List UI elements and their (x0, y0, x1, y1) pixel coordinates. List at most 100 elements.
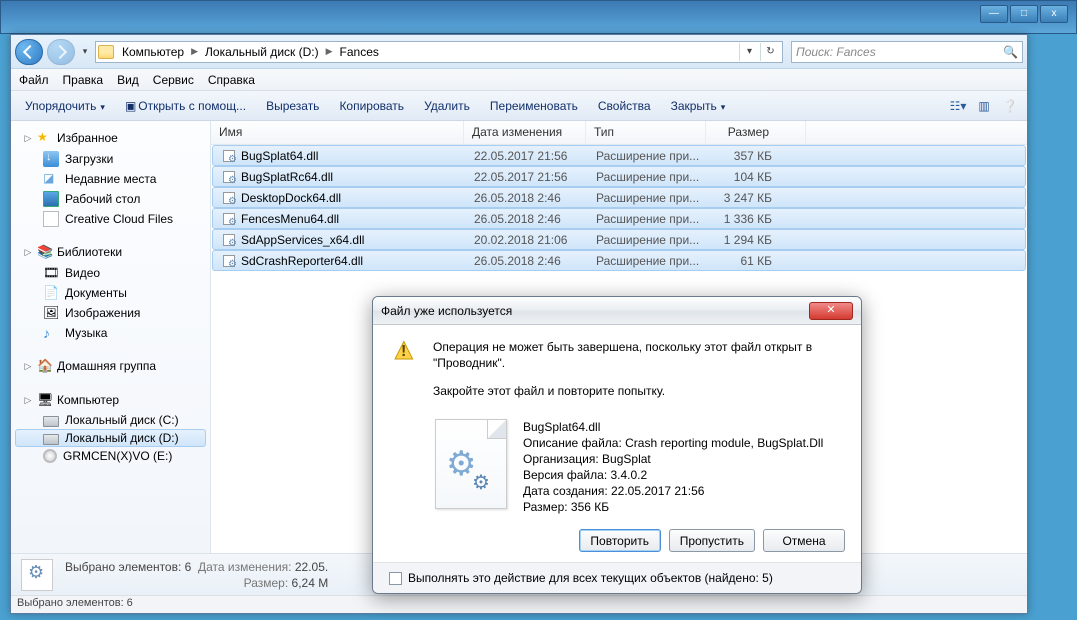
file-name: SdCrashReporter64.dll (241, 254, 363, 268)
apply-all-checkbox[interactable] (389, 572, 402, 585)
close-button-cmd[interactable]: Закрыть (663, 97, 734, 115)
file-version: Версия файла: 3.4.0.2 (523, 467, 823, 483)
dialog-close-button[interactable]: ✕ (809, 302, 853, 320)
forward-button[interactable] (47, 39, 75, 65)
address-dropdown-button[interactable]: ▾ (739, 43, 759, 61)
document-icon (43, 285, 59, 301)
file-date: 22.05.2017 21:56 (466, 147, 588, 165)
menu-tools[interactable]: Сервис (153, 73, 194, 87)
selection-thumbnail (21, 559, 53, 591)
search-input[interactable]: Поиск: Fances 🔍 (791, 41, 1023, 63)
refresh-button[interactable]: ↻ (760, 43, 780, 61)
menu-help[interactable]: Справка (208, 73, 255, 87)
file-icon (43, 211, 59, 227)
dll-icon (221, 253, 237, 269)
file-type: Расширение при... (588, 231, 708, 249)
delete-button[interactable]: Удалить (416, 97, 478, 115)
sidebar-item-recent[interactable]: Недавние места (15, 169, 206, 189)
file-row[interactable]: DesktopDock64.dll 26.05.2018 2:46Расширен… (212, 187, 1026, 208)
gear-icon: ⚙ (472, 470, 490, 495)
breadcrumb-computer[interactable]: Компьютер (118, 45, 188, 59)
cd-icon (43, 449, 57, 463)
menu-edit[interactable]: Правка (63, 73, 104, 87)
apply-all-label[interactable]: Выполнять это действие для всех текущих … (408, 571, 773, 585)
breadcrumb-drive-d[interactable]: Локальный диск (D:) (201, 45, 323, 59)
bg-close-button[interactable]: x (1040, 5, 1068, 23)
cut-button[interactable]: Вырезать (258, 97, 327, 115)
column-date[interactable]: Дата изменения (464, 121, 586, 144)
nav-history-dropdown[interactable] (79, 39, 91, 65)
sidebar-computer-header[interactable]: ▷Компьютер (15, 389, 206, 411)
video-icon (43, 265, 59, 281)
sidebar-item-drive-e[interactable]: GRMCEN(X)VO (E:) (15, 447, 206, 465)
file-date: 22.05.2017 21:56 (466, 168, 588, 186)
cancel-button[interactable]: Отмена (763, 529, 845, 552)
breadcrumb-fances[interactable]: Fances (336, 45, 383, 59)
file-row[interactable]: FencesMenu64.dll26.05.2018 2:46Расширени… (212, 208, 1026, 229)
drive-icon (43, 434, 59, 445)
file-size: Размер: 356 КБ (523, 499, 823, 515)
dll-icon (221, 232, 237, 248)
chevron-right-icon[interactable]: ▶ (188, 46, 201, 57)
search-placeholder: Поиск: Fances (796, 45, 876, 59)
sidebar-item-drive-c[interactable]: Локальный диск (C:) (15, 411, 206, 429)
bg-maximize-button[interactable]: □ (1010, 5, 1038, 23)
column-headers: Имя Дата изменения Тип Размер (211, 121, 1027, 145)
file-date: 26.05.2018 2:46 (466, 189, 588, 207)
organize-button[interactable]: Упорядочить (17, 97, 113, 115)
help-button[interactable]: ❔ (999, 95, 1021, 117)
sidebar-homegroup-header[interactable]: ▷Домашняя группа (15, 355, 206, 377)
file-created: Дата создания: 22.05.2017 21:56 (523, 483, 823, 499)
music-icon (43, 325, 59, 341)
search-icon[interactable]: 🔍 (1003, 45, 1018, 59)
file-row[interactable]: SdCrashReporter64.dll26.05.2018 2:46Расш… (212, 250, 1026, 271)
rename-button[interactable]: Переименовать (482, 97, 586, 115)
view-options-button[interactable]: ☷▾ (947, 95, 969, 117)
address-bar[interactable]: Компьютер ▶ Локальный диск (D:) ▶ Fances… (95, 41, 783, 63)
properties-button[interactable]: Свойства (590, 97, 659, 115)
sidebar-item-music[interactable]: Музыка (15, 323, 206, 343)
dll-icon (221, 190, 237, 206)
dialog-message-1: Операция не может быть завершена, поскол… (433, 339, 845, 371)
file-row[interactable]: BugSplat64.dll 22.05.2017 21:56Расширение… (212, 145, 1026, 166)
file-type: Расширение при... (588, 168, 708, 186)
file-size: 357 КБ (708, 147, 808, 165)
dialog-message-2: Закройте этот файл и повторите попытку. (433, 383, 845, 399)
skip-button[interactable]: Пропустить (669, 529, 755, 552)
retry-button[interactable]: Повторить (579, 529, 661, 552)
column-type[interactable]: Тип (586, 121, 706, 144)
sidebar-item-video[interactable]: Видео (15, 263, 206, 283)
back-button[interactable] (15, 39, 43, 65)
sidebar-libraries-header[interactable]: ▷Библиотеки (15, 241, 206, 263)
column-name[interactable]: Имя (211, 121, 464, 144)
sidebar-item-desktop[interactable]: Рабочий стол (15, 189, 206, 209)
file-type: Расширение при... (588, 252, 708, 270)
dialog-title: Файл уже используется (381, 304, 512, 318)
bg-minimize-button[interactable]: — (980, 5, 1008, 23)
sidebar-item-documents[interactable]: Документы (15, 283, 206, 303)
file-organization: Организация: BugSplat (523, 451, 823, 467)
warning-icon (389, 339, 421, 371)
sidebar-item-downloads[interactable]: Загрузки (15, 149, 206, 169)
open-with-button[interactable]: ▣ Открыть с помощ... (117, 97, 254, 115)
file-name: DesktopDock64.dll (241, 191, 341, 205)
file-name: BugSplat64.dll (241, 149, 318, 163)
file-type: Расширение при... (588, 147, 708, 165)
menu-file[interactable]: Файл (19, 73, 49, 87)
file-row[interactable]: SdAppServices_x64.dll20.02.2018 21:06Рас… (212, 229, 1026, 250)
chevron-right-icon[interactable]: ▶ (323, 46, 336, 57)
file-row[interactable]: BugSplatRc64.dll22.05.2017 21:56Расширен… (212, 166, 1026, 187)
menu-view[interactable]: Вид (117, 73, 139, 87)
sidebar-item-creative-cloud[interactable]: Creative Cloud Files (15, 209, 206, 229)
copy-button[interactable]: Копировать (331, 97, 412, 115)
dialog-titlebar[interactable]: Файл уже используется ✕ (373, 297, 861, 325)
sidebar-favorites-header[interactable]: ▷Избранное (15, 127, 206, 149)
home-icon (37, 358, 53, 374)
column-size[interactable]: Размер (706, 121, 806, 144)
preview-pane-button[interactable]: ▥ (973, 95, 995, 117)
file-date: 26.05.2018 2:46 (466, 210, 588, 228)
sidebar-item-images[interactable]: Изображения (15, 303, 206, 323)
file-type: Расширение при... (588, 189, 708, 207)
computer-icon (37, 392, 53, 408)
sidebar-item-drive-d[interactable]: Локальный диск (D:) (15, 429, 206, 447)
